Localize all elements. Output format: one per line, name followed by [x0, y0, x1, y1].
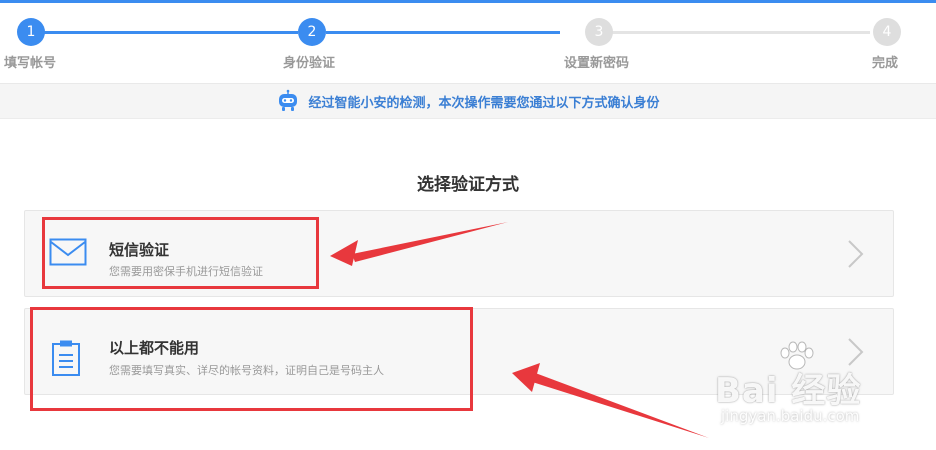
arrow-head-2 [512, 363, 540, 392]
arrow-shaft-1 [352, 222, 508, 262]
baidu-watermark: Bai 经验 jingyan.baidu.com [715, 341, 915, 430]
watermark-brand: Bai 经验 [715, 371, 862, 411]
arrow-head-1 [330, 240, 358, 266]
arrow-shaft-2 [526, 371, 709, 438]
watermark-url: jingyan.baidu.com [721, 407, 860, 425]
